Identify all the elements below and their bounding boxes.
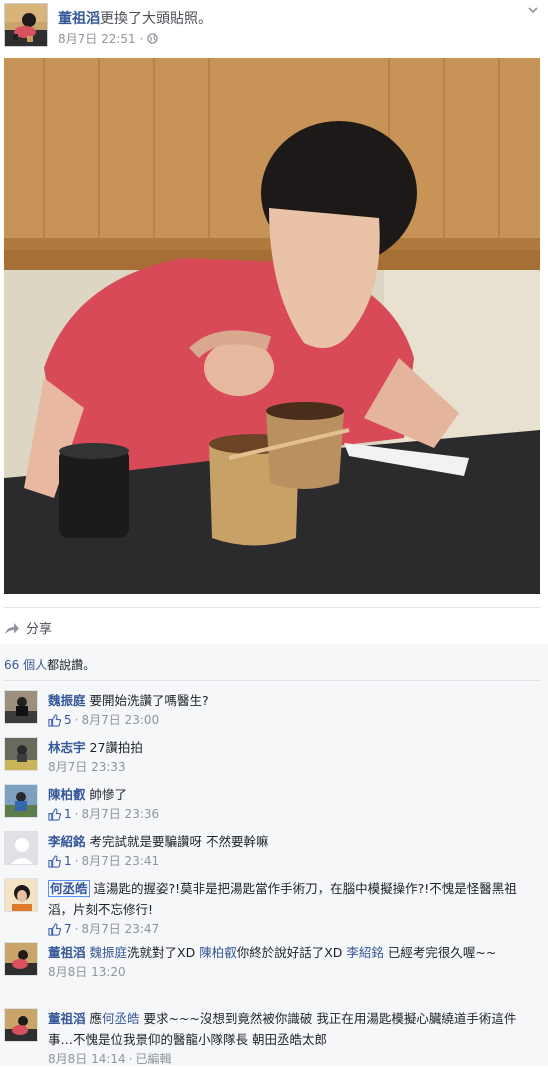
meta-separator: ·: [128, 1052, 133, 1066]
comment-text: 你終於說好話了XD: [236, 945, 347, 960]
commenter-avatar[interactable]: [4, 737, 38, 771]
comment-text: 27讚拍拍: [85, 740, 143, 755]
comment-text: 帥慘了: [85, 787, 127, 802]
comment-timestamp[interactable]: 8月7日 23:47: [81, 920, 159, 938]
meta-separator: ·: [74, 807, 79, 821]
comment-like-count[interactable]: 7: [64, 920, 72, 938]
commenter-avatar[interactable]: [4, 690, 38, 724]
post-meta: 8月7日 22:51 ·: [58, 30, 158, 47]
thumbs-up-icon[interactable]: [48, 922, 61, 936]
commenter-avatar[interactable]: [4, 942, 38, 976]
meta-separator: ·: [139, 32, 144, 46]
comment-like-count[interactable]: 1: [64, 852, 72, 870]
meta-separator: ·: [74, 713, 79, 727]
thumbs-up-icon[interactable]: [48, 854, 61, 868]
post-photo[interactable]: [4, 58, 540, 594]
commenter-name[interactable]: 董祖滔: [48, 1011, 86, 1026]
post-author-name[interactable]: 董祖滔: [58, 11, 100, 27]
post-header: 董祖滔更換了大頭貼照。 8月7日 22:51 ·: [0, 0, 548, 60]
comment-text: 這湯匙的握姿?!莫非是把湯匙當作手術刀，在腦中模擬操作?!不愧是怪醫黑祖滔，片刻…: [48, 881, 517, 917]
comment-text: 已經考完很久喔~~: [383, 945, 497, 960]
comment-timestamp[interactable]: 8月7日 23:00: [81, 711, 159, 729]
comment-text: 考完試就是要騙讚呀 不然要幹嘛: [85, 834, 269, 849]
share-arrow-icon: [5, 622, 19, 634]
commenter-name[interactable]: 董祖滔: [48, 945, 86, 960]
mention-link[interactable]: 李紹銘: [346, 945, 384, 960]
comment-text: 應: [85, 1011, 102, 1026]
comment-like-count[interactable]: 1: [64, 805, 72, 823]
divider: [4, 680, 540, 681]
post-timestamp[interactable]: 8月7日 22:51: [58, 32, 136, 46]
mention-link[interactable]: 魏振庭: [90, 945, 128, 960]
divider: [4, 607, 540, 608]
mention-link[interactable]: 何丞皓: [102, 1011, 140, 1026]
author-avatar[interactable]: [4, 3, 48, 47]
likes-count-link[interactable]: 66 個人: [4, 658, 47, 672]
chevron-down-icon[interactable]: [526, 3, 540, 17]
comment-meta: 1 · 8月7日 23:36: [48, 805, 518, 823]
comment-timestamp[interactable]: 8月8日 13:20: [48, 963, 126, 981]
commenter-avatar[interactable]: [4, 1008, 38, 1042]
comment-timestamp[interactable]: 8月7日 23:41: [81, 852, 159, 870]
commenter-avatar[interactable]: [4, 878, 38, 912]
post-action-text: 更換了大頭貼照。: [100, 11, 212, 27]
comment-meta: 1 · 8月7日 23:41: [48, 852, 518, 870]
edited-label[interactable]: 已編輯: [136, 1050, 172, 1068]
likes-summary: 66 個人都說讚。: [4, 656, 95, 673]
mention-link[interactable]: 陳柏叡: [199, 945, 237, 960]
share-label: 分享: [26, 622, 53, 637]
meta-separator: ·: [74, 854, 79, 868]
comment-timestamp[interactable]: 8月7日 23:33: [48, 758, 126, 776]
comment-meta: 8月8日 13:20: [48, 963, 518, 981]
comment-text: 洗就對了XD: [127, 945, 200, 960]
comment-like-count[interactable]: 5: [64, 711, 72, 729]
share-button[interactable]: 分享: [4, 618, 52, 637]
globe-icon[interactable]: [147, 33, 158, 44]
comment-timestamp[interactable]: 8月7日 23:36: [81, 805, 159, 823]
thumbs-up-icon[interactable]: [48, 807, 61, 821]
commenter-name[interactable]: 魏振庭: [48, 693, 86, 708]
comment-timestamp[interactable]: 8月8日 14:14: [48, 1050, 126, 1068]
thumbs-up-icon[interactable]: [48, 713, 61, 727]
comment-text: 要開始洗讚了嗎醫生?: [85, 693, 209, 708]
comment-meta: 8月8日 14:14 · 已編輯: [48, 1050, 518, 1068]
comment-meta: 7 · 8月7日 23:47: [48, 920, 518, 938]
commenter-avatar[interactable]: [4, 831, 38, 865]
comment-meta: 5 · 8月7日 23:00: [48, 711, 518, 729]
commenter-name[interactable]: 陳柏叡: [48, 787, 86, 802]
commenter-name[interactable]: 何丞皓: [48, 880, 90, 897]
post-title: 董祖滔更換了大頭貼照。: [58, 8, 212, 28]
commenter-name[interactable]: 李紹銘: [48, 834, 86, 849]
comment-meta: 8月7日 23:33: [48, 758, 518, 776]
likes-suffix: 都說讚。: [47, 658, 96, 672]
commenter-avatar[interactable]: [4, 784, 38, 818]
meta-separator: ·: [74, 922, 79, 936]
commenter-name[interactable]: 林志宇: [48, 740, 86, 755]
